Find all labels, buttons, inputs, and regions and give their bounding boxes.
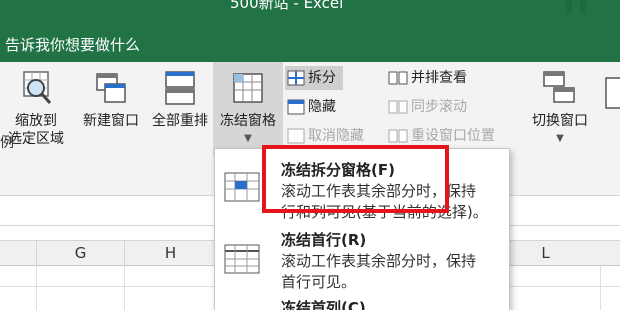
column-gridline xyxy=(600,266,601,310)
synchronous-scrolling-label: 同步滚动 xyxy=(411,99,467,115)
freeze-panes-icon xyxy=(233,73,263,103)
side-by-side-icon xyxy=(388,71,408,85)
arrange-all-label: 全部重排 xyxy=(152,113,208,129)
highlight-annotation xyxy=(262,145,449,213)
freeze-panes-label: 冻结窗格 xyxy=(220,113,276,129)
zoom-to-selection-label-1: 缩放到 xyxy=(15,113,57,129)
hide-icon xyxy=(287,99,305,115)
switch-windows-label: 切换窗口 xyxy=(532,113,588,129)
zoom-selection-icon xyxy=(23,71,52,104)
title-bar: 500新站 - Excel xyxy=(0,0,620,22)
reset-window-position-label: 重设窗口位置 xyxy=(411,128,495,144)
view-side-by-side-button[interactable]: 并排查看 xyxy=(388,67,467,89)
split-button[interactable]: 拆分 xyxy=(287,67,336,89)
column-gridline xyxy=(36,266,37,310)
freeze-panes-button[interactable]: 冻结窗格 ▼ xyxy=(214,70,282,148)
arrange-all-button[interactable]: 全部重排 xyxy=(146,70,214,130)
new-window-button[interactable]: 新建窗口 xyxy=(78,70,144,130)
freeze-top-row-icon xyxy=(224,244,260,274)
new-window-label: 新建窗口 xyxy=(83,113,139,129)
switch-windows-button[interactable]: 切换窗口 ▼ xyxy=(522,70,598,148)
synchronous-scrolling-icon xyxy=(388,100,408,114)
hide-button[interactable]: 隐藏 xyxy=(287,96,336,118)
window-title: 500新站 - Excel xyxy=(230,0,344,12)
freeze-first-column-option[interactable]: 冻结首列(C) xyxy=(215,297,509,310)
freeze-panes-option-icon xyxy=(224,172,260,202)
column-header-g[interactable]: G xyxy=(36,241,124,266)
hide-label: 隐藏 xyxy=(308,99,336,115)
split-label: 拆分 xyxy=(308,70,336,86)
reset-window-position-icon xyxy=(388,129,408,143)
arrange-all-icon xyxy=(165,71,195,105)
freeze-first-column-title: 冻结首列(C) xyxy=(281,299,366,310)
unhide-label: 取消隐藏 xyxy=(308,128,364,144)
column-gridline xyxy=(124,266,125,310)
new-window-icon xyxy=(96,73,126,103)
group-label-fragment: 例 xyxy=(0,135,14,151)
view-side-by-side-label: 并排查看 xyxy=(411,70,467,86)
column-header-h[interactable]: H xyxy=(124,241,216,266)
freeze-top-row-option[interactable]: 冻结首行(R) 滚动工作表其余部分时，保持 首行可见。 xyxy=(215,227,509,301)
freeze-top-row-desc-2: 首行可见。 xyxy=(281,273,357,291)
switch-windows-dropdown-icon: ▼ xyxy=(556,133,564,144)
split-icon xyxy=(287,70,305,86)
unhide-icon xyxy=(287,128,305,144)
tell-me-bar: 告诉我你想要做什么 xyxy=(0,22,620,62)
freeze-top-row-title: 冻结首行(R) xyxy=(281,231,367,249)
reset-window-position-button[interactable]: 重设窗口位置 xyxy=(388,125,495,147)
window-decoration xyxy=(566,0,572,14)
tell-me-input[interactable]: 告诉我你想要做什么 xyxy=(5,34,140,55)
synchronous-scrolling-button[interactable]: 同步滚动 xyxy=(388,96,467,118)
window-decoration xyxy=(580,0,586,14)
unhide-button[interactable]: 取消隐藏 xyxy=(287,125,364,147)
macros-icon[interactable] xyxy=(604,76,620,112)
switch-windows-icon xyxy=(543,71,575,103)
freeze-top-row-desc-1: 滚动工作表其余部分时，保持 xyxy=(281,252,477,270)
